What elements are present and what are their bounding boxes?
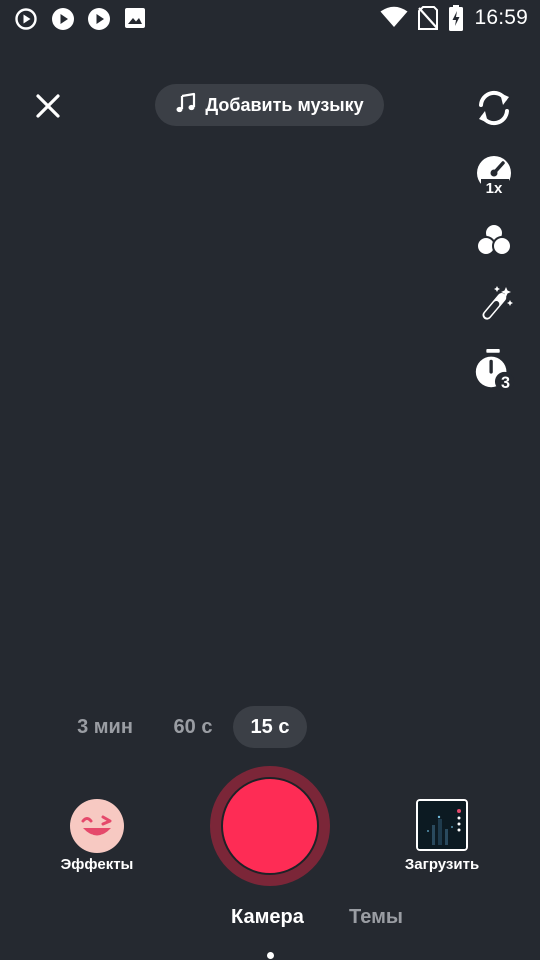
speed-icon: 1x (477, 156, 511, 197)
speed-button[interactable]: 1x (472, 153, 516, 197)
effects-button[interactable] (70, 799, 124, 853)
filters-button[interactable] (472, 219, 516, 263)
beauty-button[interactable] (472, 283, 516, 327)
active-mode-indicator (267, 952, 274, 959)
record-button-core (221, 777, 319, 875)
gallery-thumbnail (418, 801, 466, 849)
close-button[interactable] (30, 88, 66, 124)
wifi-icon (380, 6, 408, 33)
duration-15s[interactable]: 15 с (233, 706, 307, 748)
speed-badge: 1x (486, 180, 503, 197)
image-icon (124, 7, 146, 34)
status-time: 16:59 (474, 6, 528, 29)
play-circle-icon (51, 7, 75, 36)
upload-label: Загрузить (404, 856, 480, 873)
duration-3min[interactable]: 3 мин (64, 706, 146, 748)
winking-face-icon (81, 815, 112, 838)
tab-themes[interactable]: Темы (349, 906, 403, 929)
effects-label: Эффекты (60, 856, 134, 873)
close-icon (36, 94, 60, 118)
no-sim-icon (418, 6, 438, 35)
battery-charging-icon (449, 5, 463, 36)
filters-icon (476, 223, 512, 256)
add-music-button[interactable]: Добавить музыку (155, 84, 384, 126)
beauty-wand-icon (482, 286, 513, 320)
play-circle-icon (87, 7, 111, 36)
upload-button[interactable] (416, 799, 468, 851)
timer-badge: 3 (501, 374, 510, 392)
play-circle-outline-icon (14, 7, 38, 36)
flip-camera-icon (479, 90, 509, 126)
flip-camera-button[interactable] (472, 86, 516, 130)
timer-button[interactable]: 3 (472, 348, 516, 392)
duration-60s[interactable]: 60 с (160, 706, 226, 748)
record-button[interactable] (210, 766, 330, 886)
status-bar: 16:59 (0, 0, 540, 36)
tab-camera[interactable]: Камера (231, 906, 304, 929)
timer-icon: 3 (475, 348, 515, 392)
music-note-icon (175, 92, 197, 119)
add-music-label: Добавить музыку (205, 94, 364, 115)
